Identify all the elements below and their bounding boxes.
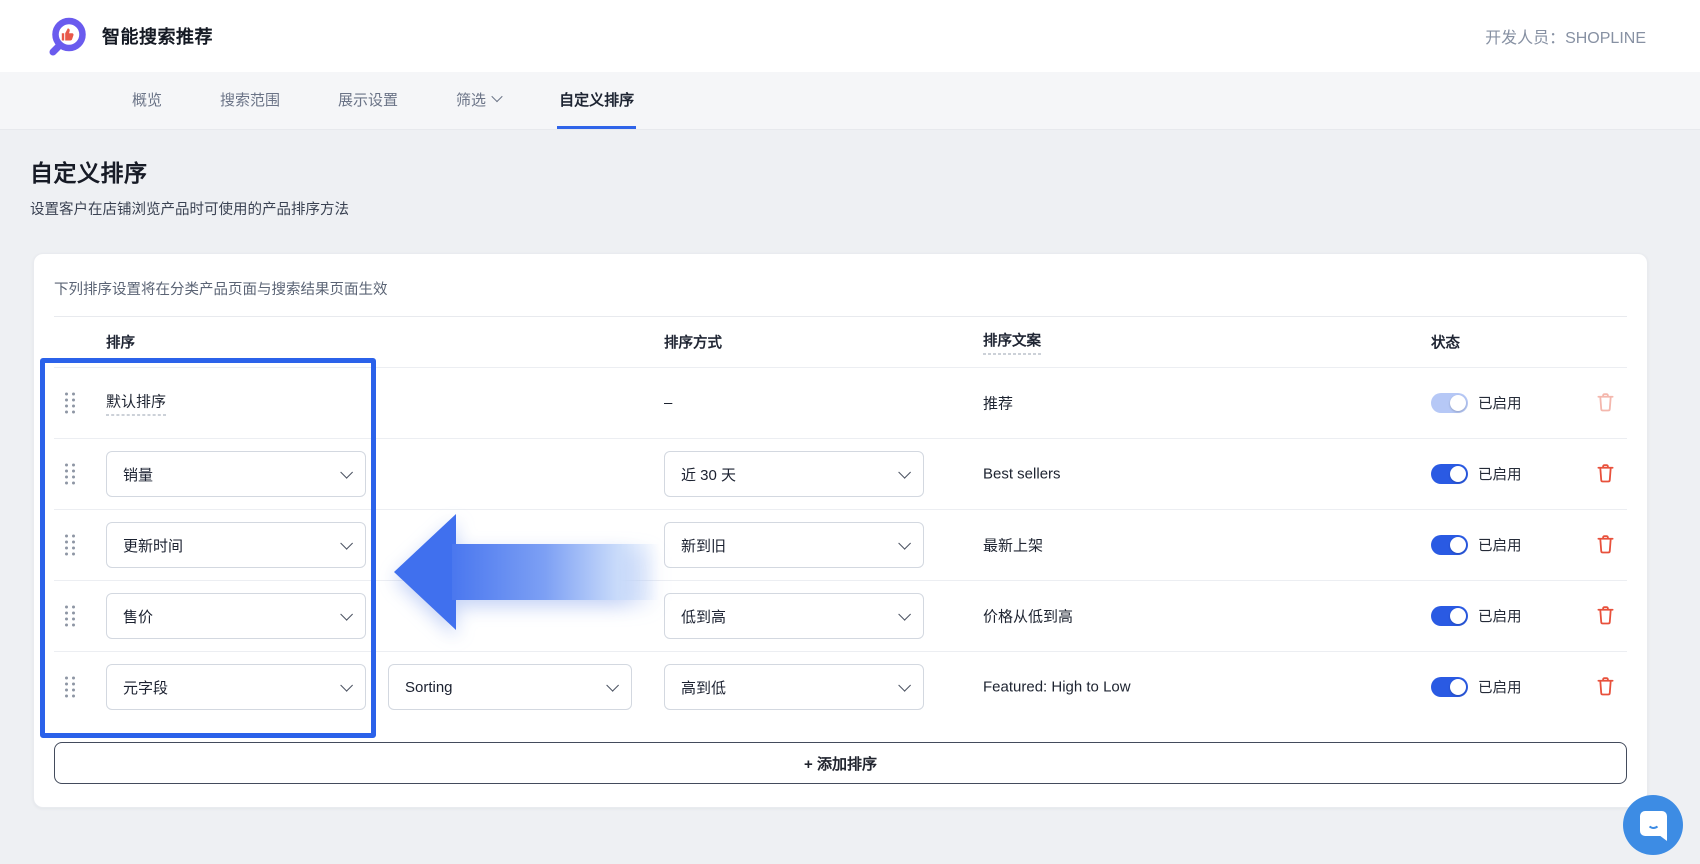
chevron-down-icon: [606, 679, 619, 692]
chat-bubble-icon: [1640, 811, 1667, 836]
chevron-down-icon: [898, 466, 911, 479]
trash-icon: [1596, 604, 1615, 625]
card-intro-text: 下列排序设置将在分类产品页面与搜索结果页面生效: [54, 254, 1627, 299]
drag-handle-icon[interactable]: [61, 673, 79, 702]
status-toggle[interactable]: [1431, 464, 1468, 484]
status-label: 已启用: [1478, 464, 1522, 485]
tab-bar: 概览 搜索范围 展示设置 筛选 自定义排序: [0, 72, 1700, 130]
table-header-row: 排序 排序方式 排序文案 状态: [54, 317, 1627, 367]
status-label: 已启用: [1478, 393, 1522, 414]
delete-button[interactable]: [1596, 391, 1615, 415]
toggle-knob: [1450, 537, 1466, 553]
table-row: 默认排序 – 推荐 已启用: [54, 367, 1627, 438]
tab-filter[interactable]: 筛选: [454, 72, 503, 129]
metafield-select[interactable]: Sorting: [388, 664, 632, 710]
chevron-down-icon: [898, 608, 911, 621]
column-header-sort: 排序: [106, 332, 135, 353]
sort-field-select[interactable]: 更新时间: [106, 522, 366, 568]
sort-method-select[interactable]: 近 30 天: [664, 451, 924, 497]
status-label: 已启用: [1478, 535, 1522, 556]
status-toggle[interactable]: [1431, 606, 1468, 626]
trash-icon: [1596, 391, 1615, 412]
app-header: 智能搜索推荐 开发人员：SHOPLINE: [0, 0, 1700, 72]
sort-field-select[interactable]: 元字段: [106, 664, 366, 710]
developer-info: 开发人员：SHOPLINE: [1485, 24, 1646, 48]
chevron-down-icon: [340, 679, 353, 692]
app-title: 智能搜索推荐: [102, 23, 213, 49]
toggle-knob: [1450, 679, 1466, 695]
sort-name-text: 默认排序: [106, 391, 166, 416]
sort-method-select[interactable]: 高到低: [664, 664, 924, 710]
status-label: 已启用: [1478, 606, 1522, 627]
status-toggle[interactable]: [1431, 535, 1468, 555]
table-row: 售价 低到高 价格从低到高 已启用: [54, 580, 1627, 651]
status-toggle[interactable]: [1431, 677, 1468, 697]
chevron-down-icon: [340, 608, 353, 621]
sort-copy-text: Featured: High to Low: [983, 679, 1131, 696]
column-header-copy: 排序文案: [983, 330, 1041, 355]
sort-method-select[interactable]: 低到高: [664, 593, 924, 639]
toggle-knob: [1450, 395, 1466, 411]
sort-method-text: –: [664, 395, 951, 412]
toggle-knob: [1450, 608, 1466, 624]
chevron-down-icon: [898, 679, 911, 692]
chevron-down-icon: [491, 90, 502, 101]
sort-method-select[interactable]: 新到旧: [664, 522, 924, 568]
chat-launcher-button[interactable]: [1623, 795, 1683, 855]
drag-handle-icon[interactable]: [61, 389, 79, 418]
tab-custom-sort[interactable]: 自定义排序: [557, 72, 636, 129]
toggle-knob: [1450, 466, 1466, 482]
sort-field-select[interactable]: 售价: [106, 593, 366, 639]
chevron-down-icon: [340, 466, 353, 479]
trash-icon: [1596, 533, 1615, 554]
chevron-down-icon: [340, 537, 353, 550]
column-header-status: 状态: [1431, 332, 1460, 353]
trash-icon: [1596, 462, 1615, 483]
trash-icon: [1596, 675, 1615, 696]
app-logo-icon: [48, 16, 88, 56]
tab-search-scope[interactable]: 搜索范围: [218, 72, 282, 129]
tab-display-settings[interactable]: 展示设置: [336, 72, 400, 129]
page-subtitle: 设置客户在店铺浏览产品时可使用的产品排序方法: [30, 198, 1700, 219]
delete-button[interactable]: [1596, 675, 1615, 699]
status-toggle[interactable]: [1431, 393, 1468, 413]
tab-overview[interactable]: 概览: [130, 72, 164, 129]
custom-sort-card: 下列排序设置将在分类产品页面与搜索结果页面生效 排序 排序方式 排序文案 状态 …: [33, 253, 1648, 808]
sort-copy-text: 价格从低到高: [983, 606, 1073, 627]
sort-field-select[interactable]: 销量: [106, 451, 366, 497]
page-heading: 自定义排序 设置客户在店铺浏览产品时可使用的产品排序方法: [0, 130, 1700, 219]
table-row: 更新时间 新到旧 最新上架 已启用: [54, 509, 1627, 580]
column-header-method: 排序方式: [664, 332, 951, 353]
drag-handle-icon[interactable]: [61, 460, 79, 489]
delete-button[interactable]: [1596, 604, 1615, 628]
table-row: 销量 近 30 天 Best sellers 已启用: [54, 438, 1627, 509]
sort-copy-text: Best sellers: [983, 466, 1061, 483]
chevron-down-icon: [898, 537, 911, 550]
delete-button[interactable]: [1596, 533, 1615, 557]
delete-button[interactable]: [1596, 462, 1615, 486]
sort-copy-text: 最新上架: [983, 535, 1043, 556]
page-title: 自定义排序: [30, 154, 1700, 188]
table-row: 元字段 Sorting 高到低 Featured: High to Low 已启…: [54, 651, 1627, 722]
drag-handle-icon[interactable]: [61, 531, 79, 560]
add-sort-button[interactable]: + 添加排序: [54, 742, 1627, 784]
status-label: 已启用: [1478, 677, 1522, 698]
drag-handle-icon[interactable]: [61, 602, 79, 631]
sort-copy-text: 推荐: [983, 393, 1013, 414]
